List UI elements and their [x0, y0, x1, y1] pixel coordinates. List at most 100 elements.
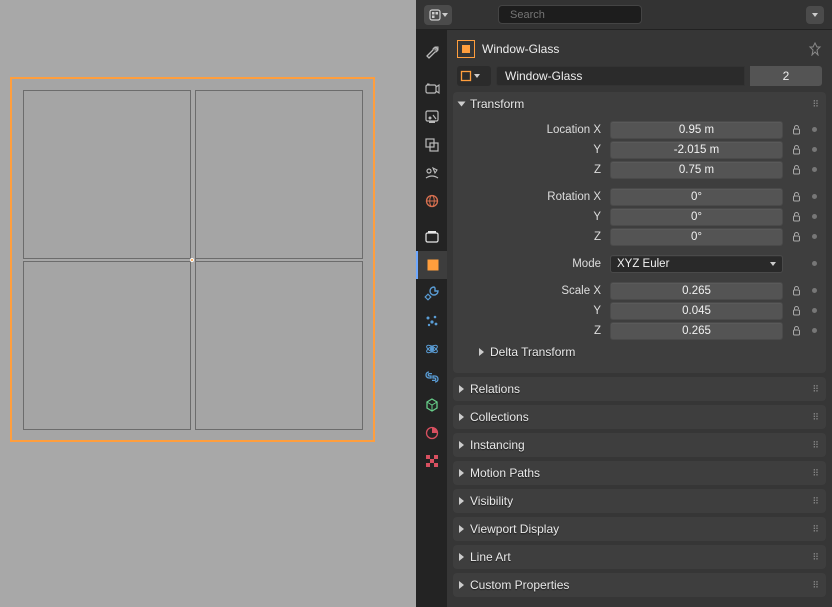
panel-viewport-display-header[interactable]: Viewport Display ⠿ [453, 517, 826, 541]
object-origin [190, 258, 194, 262]
anim-dot[interactable] [812, 308, 817, 313]
scale-x-value[interactable]: 0.265 [610, 282, 783, 300]
label: Y [459, 144, 605, 156]
anim-dot[interactable] [812, 328, 817, 333]
panel-transform-body: Location X 0.95 m Y -2.015 m Z 0.75 m [453, 116, 826, 373]
lock-icon[interactable] [788, 164, 804, 175]
panel-transform: Transform ⠿ Location X 0.95 m Y -2.015 m [453, 92, 826, 373]
panel-relations: Relations ⠿ [453, 377, 826, 401]
tab-material[interactable] [416, 419, 447, 447]
material-icon [424, 425, 440, 441]
anim-dot[interactable] [812, 167, 817, 172]
tab-output[interactable] [416, 103, 447, 131]
panel-menu-icon[interactable]: ⠿ [812, 580, 820, 591]
anim-dot[interactable] [812, 127, 817, 132]
object-icon [425, 257, 441, 273]
rotation-z-value[interactable]: 0° [610, 228, 783, 246]
tab-texture[interactable] [416, 447, 447, 475]
scale-z-value[interactable]: 0.265 [610, 322, 783, 340]
lock-icon[interactable] [788, 124, 804, 135]
label: Z [459, 325, 605, 337]
tab-particle[interactable] [416, 307, 447, 335]
tab-viewlayer[interactable] [416, 131, 447, 159]
properties-tab-strip [416, 30, 447, 607]
location-x-value[interactable]: 0.95 m [610, 121, 783, 139]
pin-icon[interactable] [808, 42, 822, 56]
anim-dot[interactable] [812, 234, 817, 239]
datablock-icon-dropdown[interactable] [457, 66, 491, 86]
options-dropdown[interactable] [806, 6, 824, 24]
rotation-mode-dropdown[interactable]: XYZ Euler [610, 255, 783, 273]
tab-modifier[interactable] [416, 279, 447, 307]
lock-icon[interactable] [788, 305, 804, 316]
datablock-name-field[interactable]: Window-Glass [496, 66, 745, 86]
disclosure-triangle-icon [459, 413, 464, 421]
disclosure-triangle-icon [458, 102, 466, 107]
tab-data[interactable] [416, 391, 447, 419]
anim-dot[interactable] [812, 194, 817, 199]
tab-world[interactable] [416, 187, 447, 215]
rotation-y-value[interactable]: 0° [610, 208, 783, 226]
panel-menu-icon[interactable]: ⠿ [812, 552, 820, 563]
panel-custom-properties-header[interactable]: Custom Properties ⠿ [453, 573, 826, 597]
output-icon [424, 109, 440, 125]
panel-menu-icon[interactable]: ⠿ [812, 524, 820, 535]
disclosure-triangle-icon [479, 348, 484, 356]
disclosure-triangle-icon [459, 441, 464, 449]
label: Mode [459, 258, 605, 270]
tab-physics[interactable] [416, 335, 447, 363]
scene-icon [424, 165, 440, 181]
panel-transform-header[interactable]: Transform ⠿ [453, 92, 826, 116]
rotation-x-value[interactable]: 0° [610, 188, 783, 206]
panel-menu-icon[interactable]: ⠿ [812, 496, 820, 507]
anim-dot[interactable] [812, 214, 817, 219]
panel-visibility-header[interactable]: Visibility ⠿ [453, 489, 826, 513]
label: Y [459, 305, 605, 317]
panel-menu-icon[interactable]: ⠿ [812, 384, 820, 395]
location-x-row: Location X 0.95 m [459, 120, 820, 139]
panel-motion-paths-header[interactable]: Motion Paths ⠿ [453, 461, 826, 485]
disclosure-triangle-icon [459, 525, 464, 533]
location-y-value[interactable]: -2.015 m [610, 141, 783, 159]
lock-icon[interactable] [788, 191, 804, 202]
panel-menu-icon[interactable]: ⠿ [812, 440, 820, 451]
scale-x-row: Scale X 0.265 [459, 281, 820, 300]
tab-object[interactable] [416, 251, 447, 279]
tab-collection[interactable] [416, 223, 447, 251]
lock-icon[interactable] [788, 211, 804, 222]
panel-instancing-header[interactable]: Instancing ⠿ [453, 433, 826, 457]
panel-menu-icon[interactable]: ⠿ [812, 99, 820, 110]
lock-icon[interactable] [788, 285, 804, 296]
tab-constraint[interactable] [416, 363, 447, 391]
panel-relations-header[interactable]: Relations ⠿ [453, 377, 826, 401]
editor-type-dropdown[interactable] [424, 5, 452, 25]
breadcrumb-object-name: Window-Glass [482, 42, 559, 56]
panel-title: Relations [470, 382, 520, 396]
tab-render[interactable] [416, 75, 447, 103]
lock-icon[interactable] [788, 144, 804, 155]
physics-icon [424, 341, 440, 357]
panel-menu-icon[interactable]: ⠿ [812, 412, 820, 423]
anim-dot[interactable] [812, 261, 817, 266]
lock-icon[interactable] [788, 325, 804, 336]
panel-menu-icon[interactable]: ⠿ [812, 468, 820, 479]
location-y-row: Y -2.015 m [459, 140, 820, 159]
anim-dot[interactable] [812, 288, 817, 293]
tab-scene[interactable] [416, 159, 447, 187]
anim-dot[interactable] [812, 147, 817, 152]
datablock-users[interactable]: 2 [750, 66, 822, 86]
location-z-value[interactable]: 0.75 m [610, 161, 783, 179]
panel-lineart-header[interactable]: Line Art ⠿ [453, 545, 826, 569]
lock-icon[interactable] [788, 231, 804, 242]
panel-custom-properties: Custom Properties ⠿ [453, 573, 826, 597]
panel-collections-header[interactable]: Collections ⠿ [453, 405, 826, 429]
tab-tool[interactable] [416, 39, 447, 67]
scale-y-value[interactable]: 0.045 [610, 302, 783, 320]
delta-transform-header[interactable]: Delta Transform [459, 341, 820, 363]
search-input[interactable] [510, 9, 652, 21]
viewport-3d[interactable] [0, 0, 416, 607]
chevron-down-icon [442, 13, 448, 17]
search-input-wrap[interactable] [498, 5, 642, 24]
mesh-data-icon [424, 397, 440, 413]
panel-motion-paths: Motion Paths ⠿ [453, 461, 826, 485]
